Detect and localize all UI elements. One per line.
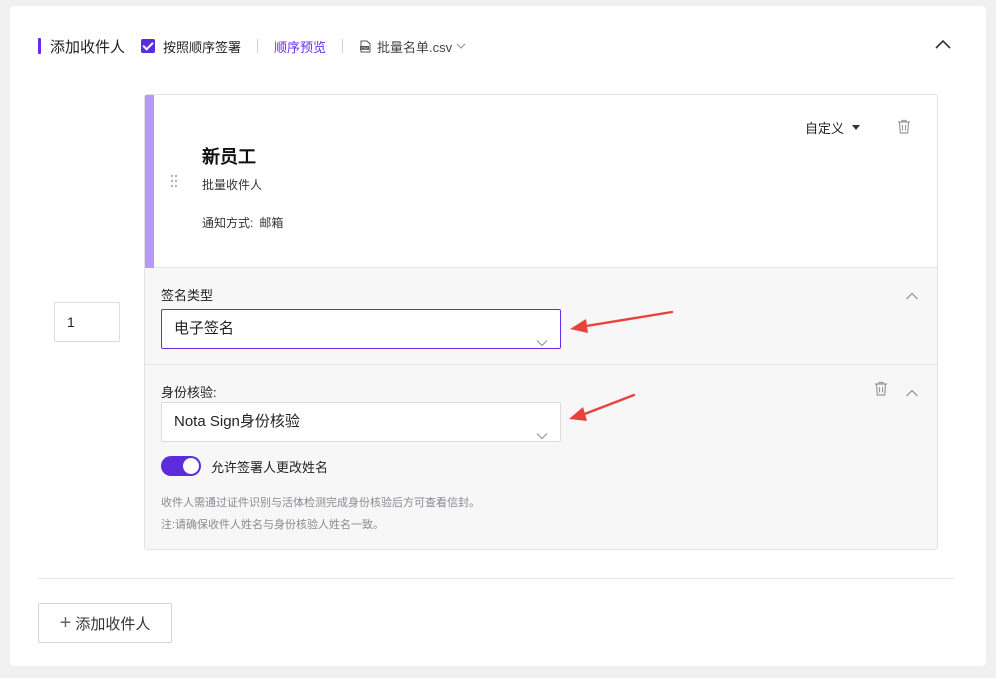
signature-type-select[interactable]: 电子签名 — [161, 309, 561, 349]
delete-recipient-button[interactable] — [897, 119, 911, 139]
recipient-card-accent — [145, 95, 154, 268]
allow-rename-row: 允许签署人更改姓名 — [161, 456, 328, 476]
identity-verification-section: 身份核验: Nota Sign身份核验 允许签署人更改姓名 收件人需通过证件识别… — [145, 365, 937, 549]
ordered-signing-checkbox[interactable] — [141, 39, 156, 53]
ordered-signing-label[interactable]: 按照顺序签署 — [163, 37, 241, 56]
caret-down-icon — [852, 125, 861, 130]
identity-verification-label: 身份核验: — [161, 385, 217, 400]
svg-text:CSV: CSV — [361, 46, 368, 50]
recipient-card-header: 新员工 批量收件人 通知方式: 邮箱 自定义 — [145, 95, 937, 268]
drag-handle-icon[interactable] — [170, 174, 178, 193]
signature-type-value: 电子签名 — [174, 320, 235, 337]
signature-type-section: 签名类型 电子签名 — [145, 268, 937, 365]
add-recipient-button[interactable]: + 添加收件人 — [38, 603, 172, 643]
recipient-type: 批量收件人 — [202, 178, 263, 192]
header-divider — [257, 39, 259, 53]
notify-method-label: 通知方式: — [202, 216, 254, 230]
recipients-header: 添加收件人 按照顺序签署 顺序预览 CSV 批量名单.csv — [38, 34, 466, 58]
collapse-identity-button[interactable] — [905, 385, 919, 403]
recipients-panel: 添加收件人 按照顺序签署 顺序预览 CSV 批量名单.csv 1 新员工 批量收… — [10, 6, 986, 666]
order-preview-link[interactable]: 顺序预览 — [274, 37, 326, 56]
chevron-down-icon — [536, 417, 548, 455]
role-dropdown[interactable]: 自定义 — [805, 118, 861, 137]
notify-method-value: 邮箱 — [259, 216, 284, 230]
add-recipient-label: 添加收件人 — [75, 615, 151, 633]
trash-icon — [875, 381, 887, 396]
file-csv-icon: CSV — [359, 40, 372, 53]
section-title: 添加收件人 — [50, 38, 126, 56]
allow-rename-label: 允许签署人更改姓名 — [211, 459, 329, 475]
recipient-card: 新员工 批量收件人 通知方式: 邮箱 自定义 签名类型 电子签名 身份核验: N… — [144, 94, 938, 550]
identity-note: 收件人需通过证件识别与活体检测完成身份核验后方可查看信封。 — [161, 497, 480, 509]
allow-rename-toggle[interactable] — [161, 456, 201, 476]
identity-verification-value: Nota Sign身份核验 — [174, 413, 300, 430]
delete-identity-button[interactable] — [874, 381, 888, 401]
trash-icon — [898, 119, 910, 134]
chevron-up-icon — [906, 292, 918, 300]
chevron-up-icon — [935, 39, 951, 49]
csv-file-dropdown[interactable]: CSV 批量名单.csv — [359, 37, 466, 56]
collapse-section-button[interactable] — [934, 38, 952, 52]
chevron-down-icon — [536, 324, 548, 362]
recipient-name: 新员工 — [202, 147, 256, 167]
identity-warning-note: 注:请确保收件人姓名与身份核验人姓名一致。 — [161, 519, 385, 531]
identity-verification-select[interactable]: Nota Sign身份核验 — [161, 402, 561, 442]
header-divider — [342, 39, 344, 53]
chevron-down-icon — [456, 42, 466, 50]
role-dropdown-label: 自定义 — [805, 121, 845, 136]
chevron-up-icon — [906, 389, 918, 397]
footer-divider — [38, 578, 954, 579]
signature-type-label: 签名类型 — [161, 288, 214, 303]
csv-file-name: 批量名单.csv — [377, 39, 453, 55]
plus-icon: + — [59, 612, 72, 634]
section-accent-bar — [38, 38, 41, 54]
recipient-order-input[interactable]: 1 — [54, 302, 120, 342]
collapse-signature-button[interactable] — [905, 288, 919, 306]
notify-method: 通知方式: 邮箱 — [202, 214, 283, 231]
